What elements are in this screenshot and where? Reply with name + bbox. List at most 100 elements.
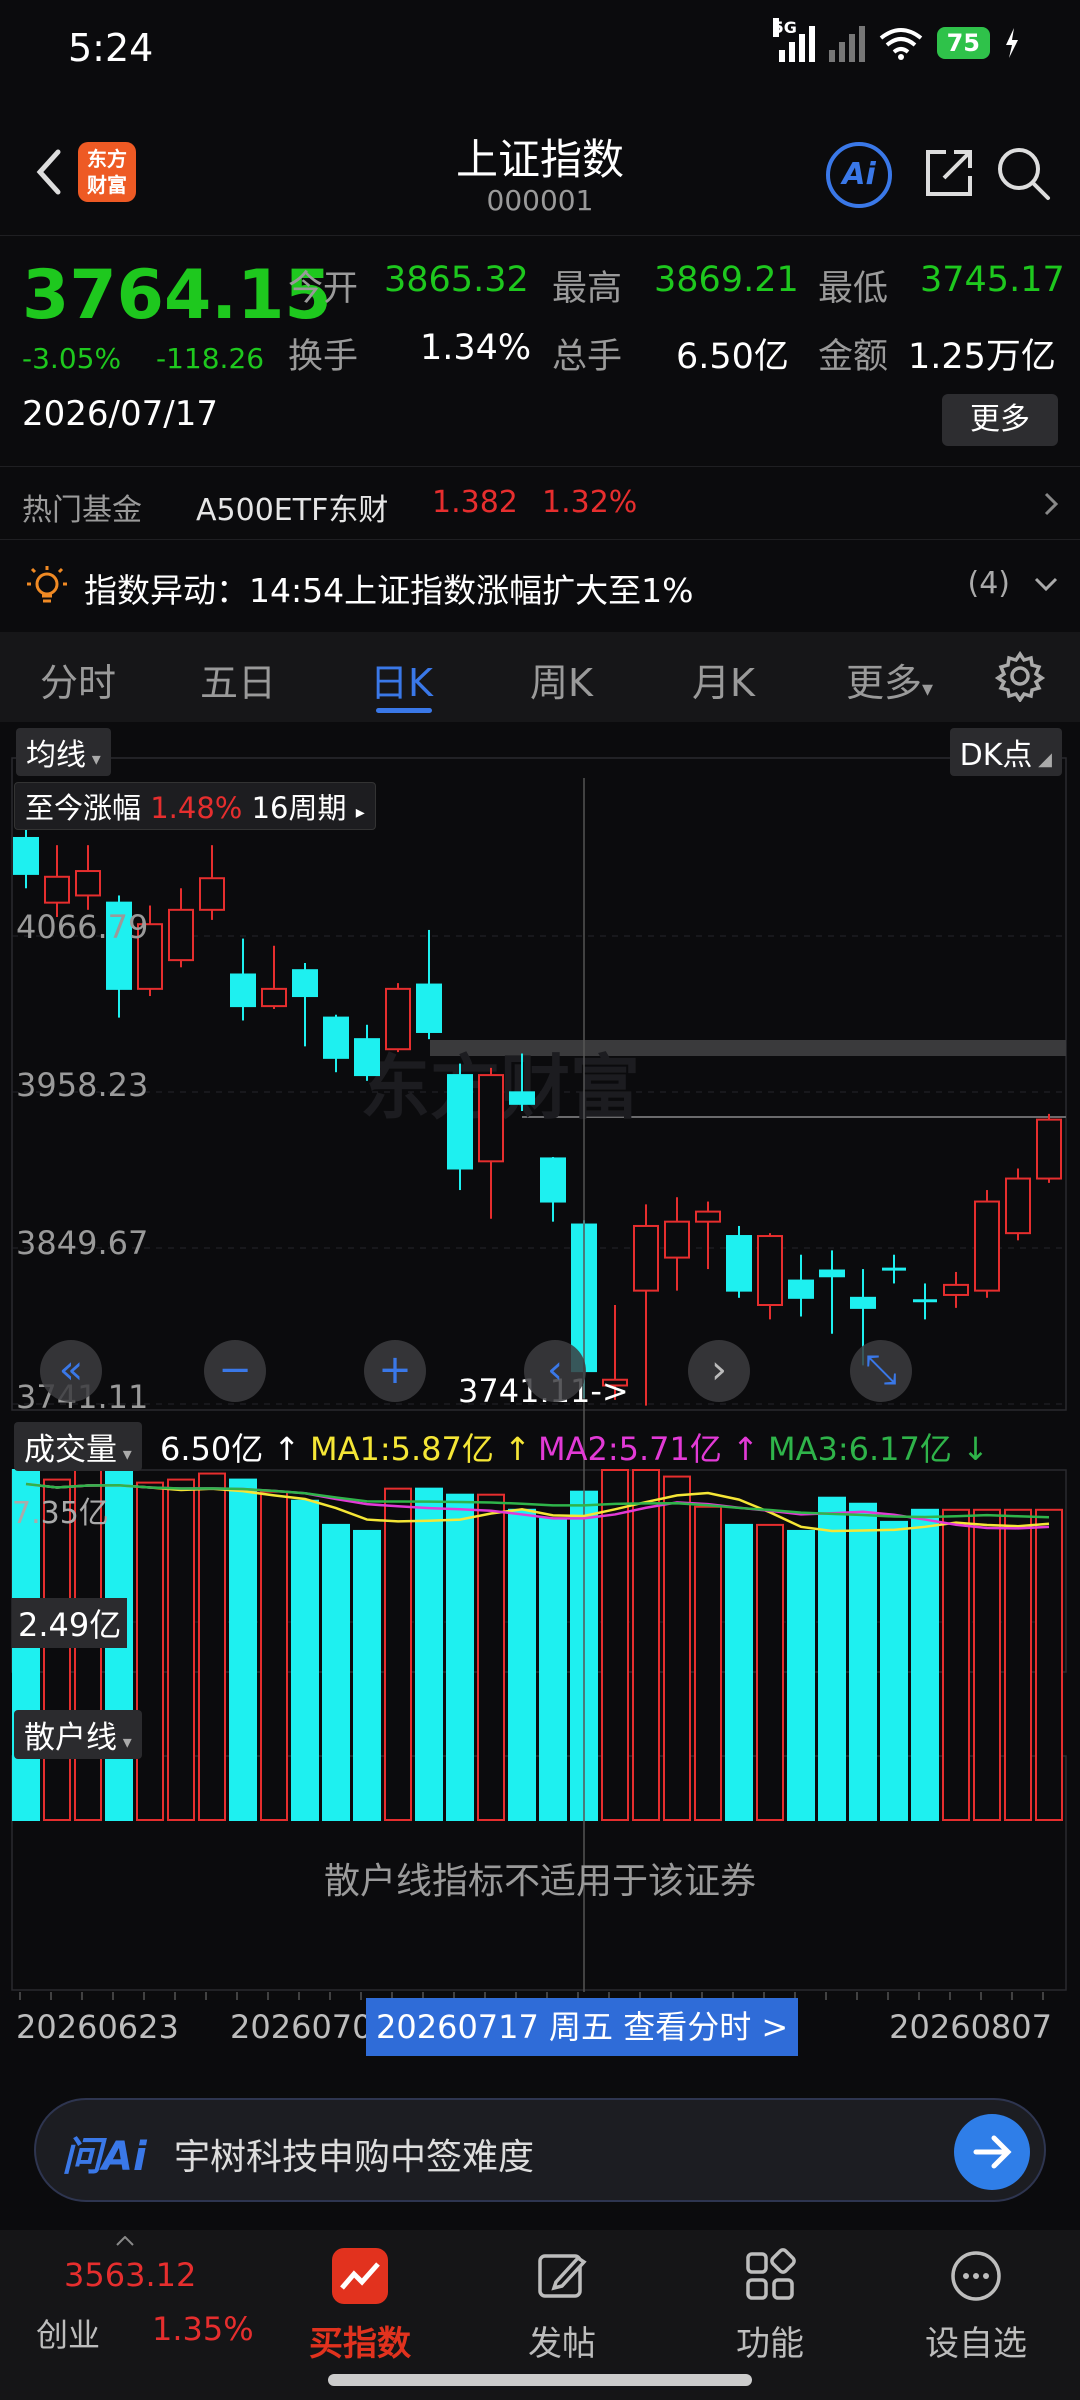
candle-body — [354, 1038, 380, 1077]
volume-selector[interactable]: 成交量 ▾ — [14, 1422, 142, 1471]
quote-date: 2026/07/17 — [22, 394, 218, 434]
ask-ai-bar[interactable]: 问Ai 宇树科技申购中签难度 — [34, 2098, 1046, 2202]
volume-bar — [787, 1529, 815, 1821]
hot-fund-name: A500ETF东财 — [196, 493, 389, 528]
volume-bar — [136, 1481, 164, 1821]
ask-submit-button[interactable] — [954, 2114, 1030, 2190]
fullscreen-button[interactable]: ⤡ — [850, 1340, 912, 1402]
ai-button[interactable]: Ai — [826, 142, 892, 208]
volume-bar — [477, 1493, 505, 1821]
scroll-left-button[interactable]: ‹ — [524, 1340, 586, 1402]
zoom-out-button[interactable]: − — [204, 1340, 266, 1402]
volume-bar — [229, 1478, 257, 1822]
period-tabs: 分时 五日 日K 周K 月K 更多▾ — [0, 632, 1080, 722]
nav-buy-index[interactable]: 买指数 — [280, 2230, 440, 2370]
candle-body — [75, 870, 101, 897]
share-icon[interactable] — [920, 144, 978, 202]
tab-weekly-k[interactable]: 周K — [530, 652, 593, 707]
nav-add-watchlist[interactable]: 设自选 — [896, 2230, 1056, 2370]
candle-body — [540, 1157, 566, 1203]
status-icons: 5G 75 — [772, 18, 1020, 62]
range-gain-pct: 1.48% — [150, 791, 243, 825]
hot-fund-row[interactable]: 热门基金 A500ETF东财 1.382 1.32% — [0, 466, 1080, 540]
nav-add-watchlist-label: 设自选 — [925, 2324, 1027, 2364]
volume-bar — [446, 1493, 474, 1821]
amount-value: 1.25万亿 — [908, 337, 1056, 377]
price-level-3: 3849.67 — [16, 1224, 149, 1262]
range-gain-label: 至今涨幅 — [25, 791, 142, 825]
ma-selector-label: 均线 — [26, 738, 86, 773]
tab-more[interactable]: 更多▾ — [846, 652, 933, 707]
ma-selector[interactable]: 均线 ▾ — [16, 728, 111, 776]
tab-five-day[interactable]: 五日 — [200, 652, 276, 707]
volume-bar — [1004, 1508, 1032, 1821]
candle-body — [44, 875, 70, 904]
index-ticker[interactable]: 3563.12 创业 1.35% — [0, 2230, 260, 2370]
signal-sim2-icon — [828, 24, 865, 62]
nav-post[interactable]: 发帖 — [482, 2230, 642, 2370]
volume-bar — [911, 1508, 939, 1821]
candle-body — [261, 987, 287, 1008]
tab-daily-k[interactable]: 日K — [370, 652, 433, 707]
scroll-left-fast-button[interactable]: « — [40, 1340, 102, 1402]
dk-point-selector[interactable]: DK点 ◢ — [949, 728, 1062, 776]
retail-selector[interactable]: 散户线 ▾ — [14, 1710, 142, 1759]
high-value: 3869.21 — [654, 260, 799, 300]
alert-text: 指数异动：14:54上证指数涨幅扩大至1% — [84, 571, 694, 610]
selected-date-link[interactable]: 20260717 周五 查看分时 > — [366, 1998, 799, 2056]
retail-message: 散户线指标不适用于该证券 — [323, 1861, 756, 1902]
change-amount: -118.26 — [156, 342, 265, 375]
candle-body — [695, 1210, 721, 1223]
price-level-1: 4066.79 — [16, 908, 149, 946]
caret-down-icon: ▾ — [117, 1732, 132, 1753]
caret-down-icon: ▾ — [117, 1444, 132, 1465]
settings-gear-icon[interactable] — [994, 650, 1046, 702]
range-gain-box[interactable]: 至今涨幅 1.48% 16周期 ▸ — [14, 782, 376, 830]
volume-bar — [167, 1478, 195, 1822]
volume-cursor-value: 2.49亿 — [12, 1598, 128, 1648]
candle-body — [1036, 1118, 1062, 1180]
candle-body — [819, 1269, 845, 1278]
candle-body — [168, 908, 194, 962]
candle-body — [943, 1283, 969, 1296]
volume-bar — [632, 1469, 660, 1821]
volume-value: 6.50亿 — [676, 337, 789, 377]
tab-intraday[interactable]: 分时 — [40, 652, 116, 707]
open-label: 今开 — [288, 269, 359, 309]
candle-body — [788, 1279, 814, 1299]
zoom-in-button[interactable]: + — [364, 1340, 426, 1402]
amount-label: 金额 — [818, 337, 889, 377]
more-button[interactable]: 更多 — [942, 394, 1058, 446]
caret-right-icon: ▸ — [355, 802, 365, 823]
caret-down-icon: ▾ — [922, 677, 934, 702]
grid-icon — [746, 2248, 796, 2300]
volume-bar — [818, 1496, 846, 1821]
candle-body — [974, 1200, 1000, 1292]
buy-index-icon — [332, 2248, 388, 2304]
tab-monthly-k[interactable]: 月K — [692, 652, 755, 707]
date-start: 20260623 — [16, 2008, 179, 2046]
range-gain-period: 16周期 — [251, 791, 347, 825]
bulb-icon — [27, 566, 67, 603]
alert-count: (4) — [967, 566, 1011, 601]
hot-fund-pct: 1.32% — [542, 485, 638, 520]
low-value: 3745.17 — [920, 260, 1065, 300]
search-icon[interactable] — [994, 144, 1052, 202]
candle-body — [385, 987, 411, 1051]
security-code: 000001 — [486, 184, 594, 217]
index-alert-row[interactable]: 指数异动：14:54上证指数涨幅扩大至1% (4) — [0, 546, 1080, 622]
edit-icon — [538, 2254, 587, 2298]
scroll-right-button[interactable]: › — [688, 1340, 750, 1402]
nav-post-label: 发帖 — [528, 2324, 596, 2364]
hot-fund-price: 1.382 — [432, 485, 518, 520]
candle-body — [323, 1016, 349, 1059]
volume-value: 6.50亿 ↑ — [160, 1430, 301, 1468]
dk-point-label: DK点 — [959, 738, 1033, 773]
caret-corner-icon: ◢ — [1032, 749, 1052, 770]
chart-area[interactable]: 东方财富 均线 ▾ DK点 ◢ 至今涨幅 1.48% 16周期 ▸ 4066.7… — [0, 722, 1080, 2062]
volume-ma3: MA3:6.17亿 ↓ — [768, 1430, 989, 1468]
nav-functions[interactable]: 功能 — [690, 2230, 850, 2370]
page-title: 上证指数 — [455, 135, 624, 184]
high-label: 最高 — [552, 269, 623, 309]
volume-bar — [725, 1523, 753, 1821]
